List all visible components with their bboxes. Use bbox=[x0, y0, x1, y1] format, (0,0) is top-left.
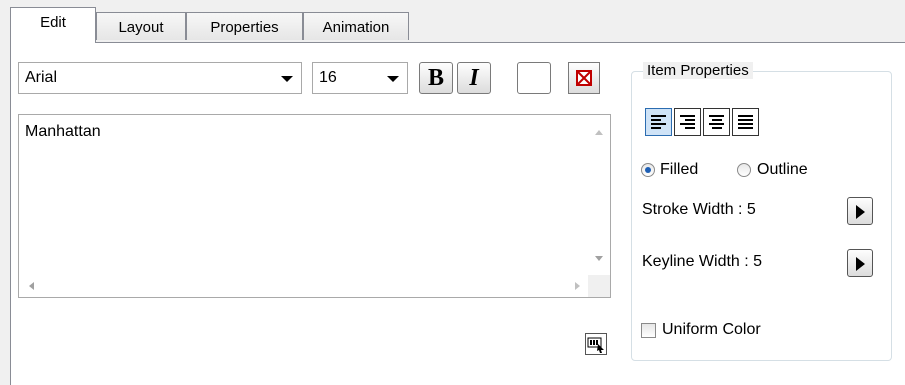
no-color-icon bbox=[576, 70, 592, 86]
bold-button[interactable]: B bbox=[419, 62, 453, 94]
uniform-color-checkbox[interactable] bbox=[641, 323, 656, 338]
align-right-button[interactable] bbox=[674, 108, 701, 136]
insert-field-button[interactable] bbox=[585, 333, 607, 355]
window: Edit Layout Properties Animation Arial 1… bbox=[0, 0, 905, 385]
tab-label: Layout bbox=[118, 19, 164, 36]
bold-icon: B bbox=[427, 65, 444, 91]
scroll-down-arrow-icon[interactable] bbox=[595, 256, 603, 261]
filled-radio[interactable] bbox=[641, 163, 655, 177]
no-color-button[interactable] bbox=[568, 62, 600, 94]
scroll-right-arrow-icon[interactable] bbox=[575, 282, 580, 290]
tab-strip: Edit Layout Properties Animation bbox=[0, 0, 905, 43]
filled-label: Filled bbox=[660, 161, 699, 178]
tab-label: Animation bbox=[322, 19, 390, 36]
tab-label: Edit bbox=[40, 14, 66, 31]
play-arrow-icon bbox=[856, 257, 865, 271]
align-justify-button[interactable] bbox=[732, 108, 759, 136]
editor-text: Manhattan bbox=[25, 123, 101, 140]
text-color-swatch[interactable] bbox=[517, 62, 551, 94]
scrollbar-corner bbox=[588, 275, 610, 297]
outline-label: Outline bbox=[757, 161, 808, 178]
tab-animation[interactable]: Animation bbox=[303, 12, 409, 40]
tab-label: Properties bbox=[210, 19, 279, 36]
font-family-value: Arial bbox=[25, 69, 58, 86]
scroll-up-arrow-icon[interactable] bbox=[595, 130, 603, 135]
keyline-width-button[interactable] bbox=[847, 249, 873, 277]
font-size-value: 16 bbox=[319, 69, 337, 86]
stroke-width-button[interactable] bbox=[847, 197, 873, 225]
chevron-down-icon bbox=[281, 76, 293, 82]
tab-properties[interactable]: Properties bbox=[186, 12, 303, 40]
chevron-down-icon bbox=[387, 76, 399, 82]
horizontal-scrollbar[interactable] bbox=[19, 275, 589, 297]
vertical-scrollbar[interactable] bbox=[588, 115, 610, 275]
italic-icon: I bbox=[469, 65, 479, 91]
align-center-button[interactable] bbox=[703, 108, 730, 136]
group-title: Item Properties bbox=[643, 62, 753, 79]
stroke-width-label: Stroke Width : 5 bbox=[642, 201, 756, 218]
font-family-select[interactable]: Arial bbox=[18, 62, 302, 94]
tab-layout[interactable]: Layout bbox=[96, 12, 186, 40]
radio-selected-dot bbox=[645, 167, 651, 173]
play-arrow-icon bbox=[856, 205, 865, 219]
uniform-color-label: Uniform Color bbox=[662, 321, 761, 338]
text-editor[interactable]: Manhattan bbox=[18, 114, 611, 298]
align-left-button[interactable] bbox=[645, 108, 672, 136]
italic-button[interactable]: I bbox=[457, 62, 491, 94]
outline-radio[interactable] bbox=[737, 163, 751, 177]
tab-edit[interactable]: Edit bbox=[10, 7, 96, 43]
insert-field-icon bbox=[587, 337, 604, 353]
font-size-select[interactable]: 16 bbox=[312, 62, 408, 94]
scroll-left-arrow-icon[interactable] bbox=[29, 282, 34, 290]
keyline-width-label: Keyline Width : 5 bbox=[642, 253, 763, 270]
